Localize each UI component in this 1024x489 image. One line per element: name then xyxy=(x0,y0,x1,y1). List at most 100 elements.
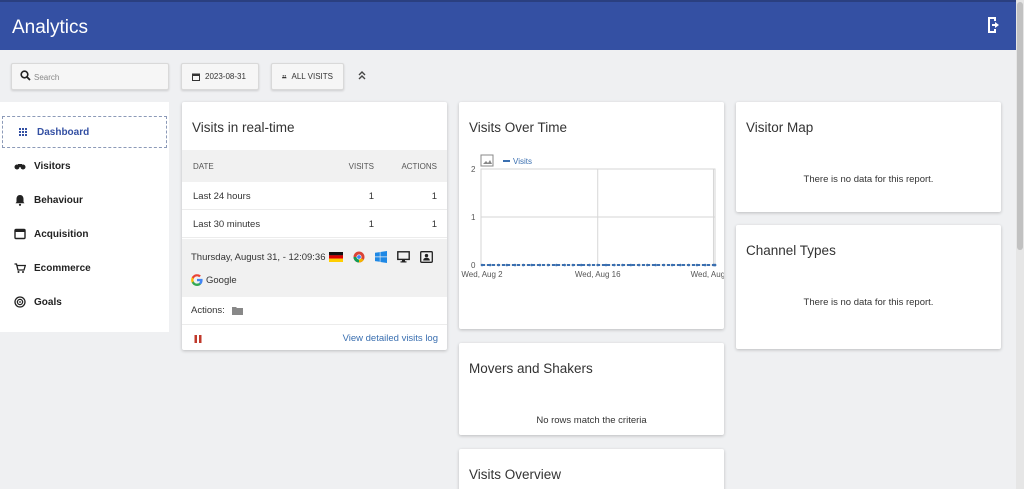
x-tick-label: Wed, Aug 2 xyxy=(461,270,503,279)
search-box[interactable] xyxy=(11,63,169,90)
widget-title: Visits in real-time xyxy=(192,120,295,135)
data-point[interactable] xyxy=(555,263,558,267)
data-point[interactable] xyxy=(637,263,641,267)
channel-types-widget: Channel Types There is no data for this … xyxy=(736,225,1001,349)
menu-item-label: Dashboard xyxy=(37,126,90,138)
table-row: Last 30 minutes 1 1 xyxy=(182,210,447,238)
pause-icon[interactable] xyxy=(194,335,202,343)
segment-label: ALL VISITS xyxy=(291,72,334,81)
menu-item-goals[interactable]: Goals xyxy=(0,286,169,318)
column-header-visits: VISITS xyxy=(348,162,374,171)
table-row: Last 24 hours 1 1 xyxy=(182,182,447,210)
menu-item-ecommerce[interactable]: Ecommerce xyxy=(0,252,169,284)
data-point[interactable] xyxy=(505,263,509,267)
folder-icon[interactable] xyxy=(231,306,243,315)
widget-title: Visits Overview xyxy=(469,467,562,482)
data-point[interactable] xyxy=(530,263,533,267)
visits-over-time-widget: Visits Over Time 0 1 2 Wed, Aug 2 Wed, Aug 1… xyxy=(459,102,724,329)
calendar-icon xyxy=(192,73,200,81)
data-point[interactable] xyxy=(488,263,492,267)
windows-icon xyxy=(375,251,387,263)
chrome-icon xyxy=(353,251,365,263)
menu-item-acquisition[interactable]: Acquisition xyxy=(0,218,169,250)
segment-selector-button[interactable]: ALL VISITS xyxy=(271,63,344,90)
data-point[interactable] xyxy=(480,263,484,267)
visitor-profile-icon[interactable] xyxy=(420,251,433,263)
google-icon xyxy=(191,274,203,286)
logout-icon[interactable] xyxy=(986,16,1002,34)
menu-item-dashboard[interactable]: Dashboard xyxy=(2,116,167,148)
cell-date: Last 30 minutes xyxy=(193,219,261,230)
menu-item-behaviour[interactable]: Behaviour xyxy=(0,184,169,216)
bell-icon xyxy=(15,195,25,206)
visit-entry[interactable]: Thursday, August 31, - 12:09:36 Google xyxy=(182,239,447,297)
chevron-double-up-icon[interactable] xyxy=(356,69,368,81)
data-point[interactable] xyxy=(621,263,624,267)
cell-actions: 1 xyxy=(431,219,437,230)
app-header: Analytics xyxy=(0,0,1016,50)
grid-icon xyxy=(19,128,27,136)
y-tick-label: 0 xyxy=(471,261,476,270)
export-image-icon[interactable] xyxy=(480,154,494,167)
menu-item-visitors[interactable]: Visitors xyxy=(0,150,169,182)
data-point[interactable] xyxy=(646,263,649,267)
x-tick-label: Wed, Aug 30 xyxy=(691,270,724,279)
y-tick-label: 2 xyxy=(471,165,476,174)
data-point[interactable] xyxy=(703,263,707,267)
table-header: DATE VISITS ACTIONS xyxy=(182,150,447,182)
data-point[interactable] xyxy=(596,263,600,267)
visits-overview-widget: Visits Overview xyxy=(459,449,724,489)
window-icon xyxy=(14,228,26,240)
movers-and-shakers-widget: Movers and Shakers No rows match the cri… xyxy=(459,343,724,435)
data-point[interactable] xyxy=(687,263,690,267)
data-point[interactable] xyxy=(604,263,608,267)
visit-actions: Actions: xyxy=(191,305,243,316)
scrollbar-thumb[interactable] xyxy=(1017,2,1023,250)
data-point[interactable] xyxy=(546,263,550,267)
data-point[interactable] xyxy=(654,263,657,267)
data-point[interactable] xyxy=(579,263,583,267)
export-image-icon-glyph xyxy=(483,160,492,164)
germany-flag-icon xyxy=(329,252,343,262)
cell-visits: 1 xyxy=(368,219,374,230)
data-point[interactable] xyxy=(571,263,575,267)
data-point[interactable] xyxy=(522,263,525,267)
view-visits-log-link[interactable]: View detailed visits log xyxy=(343,333,438,344)
data-point[interactable] xyxy=(670,263,674,267)
visitor-map-widget: Visitor Map There is no data for this re… xyxy=(736,102,1001,212)
visits-line-chart[interactable]: 0 1 2 Wed, Aug 2 Wed, Aug 16 Wed, Aug 30 Visit… xyxy=(459,102,724,329)
data-point[interactable] xyxy=(588,263,591,267)
empty-message: There is no data for this report. xyxy=(803,174,934,185)
data-point[interactable] xyxy=(513,263,517,267)
menu-item-label: Visitors xyxy=(34,160,71,172)
data-point[interactable] xyxy=(662,263,666,267)
data-point[interactable] xyxy=(497,263,500,267)
empty-message: No rows match the criteria xyxy=(536,415,647,426)
cell-date: Last 24 hours xyxy=(193,191,251,202)
widget-title: Movers and Shakers xyxy=(469,361,593,376)
x-tick-label: Wed, Aug 16 xyxy=(575,270,621,279)
page-scrollbar[interactable] xyxy=(1016,0,1024,489)
legend-label[interactable]: Visits xyxy=(513,157,532,166)
cell-actions: 1 xyxy=(431,191,437,202)
app-title: Analytics xyxy=(12,17,89,38)
data-point[interactable] xyxy=(695,263,699,267)
cell-visits: 1 xyxy=(368,191,374,202)
visit-icons xyxy=(329,251,433,263)
search-icon xyxy=(20,70,31,81)
widget-title: Channel Types xyxy=(746,243,836,258)
widget-title: Visitor Map xyxy=(746,120,814,135)
data-point[interactable] xyxy=(713,263,717,267)
data-point[interactable] xyxy=(538,263,542,267)
data-point[interactable] xyxy=(612,263,616,267)
data-point[interactable] xyxy=(629,263,633,267)
date-selector-button[interactable]: 2023-08-31 xyxy=(181,63,259,90)
actions-label: Actions: xyxy=(191,305,225,316)
target-icon xyxy=(14,296,26,308)
cart-icon xyxy=(14,263,26,273)
data-point[interactable] xyxy=(679,263,682,267)
menu-item-label: Acquisition xyxy=(34,228,89,240)
search-input[interactable] xyxy=(34,68,164,86)
data-point[interactable] xyxy=(563,263,566,267)
binoculars-icon xyxy=(14,164,26,170)
